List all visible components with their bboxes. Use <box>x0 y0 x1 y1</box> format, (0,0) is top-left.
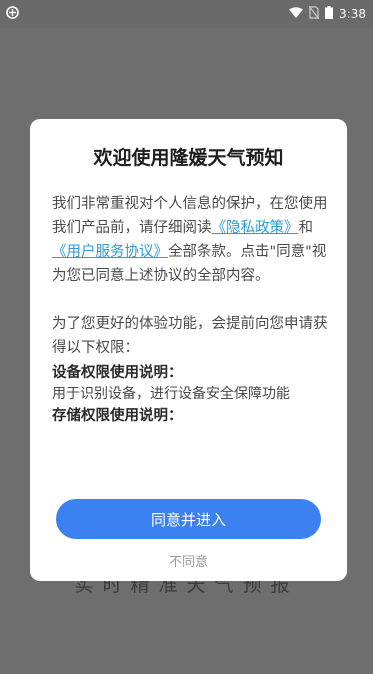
dialog-title: 欢迎使用隆媛天气预知 <box>93 147 284 169</box>
intro-paragraph: 我们非常重视对个人信息的保护，在您使用我们产品前，请仔细阅读《隐私政策》和《用户… <box>52 192 329 288</box>
no-sim-icon <box>308 5 320 22</box>
permission-title-device: 设备权限使用说明： <box>52 365 183 381</box>
dialog-body[interactable]: 我们非常重视对个人信息的保护，在您使用我们产品前，请仔细阅读《隐私政策》和《用户… <box>52 192 329 464</box>
permission-title-storage: 存储权限使用说明： <box>52 408 183 424</box>
and-text: 和 <box>298 220 314 236</box>
status-bar: 3:38 <box>0 0 373 28</box>
privacy-dialog: 欢迎使用隆媛天气预知 我们非常重视对个人信息的保护，在您使用我们产品前，请仔细阅… <box>30 119 347 581</box>
wifi-icon <box>289 7 304 21</box>
permission-desc-device: 用于识别设备，进行设备安全保障功能 <box>52 386 290 402</box>
privacy-policy-link[interactable]: 《隐私政策》 <box>212 220 299 236</box>
agree-button[interactable]: 同意并进入 <box>56 499 321 539</box>
disagree-button[interactable]: 不同意 <box>30 551 347 570</box>
permission-intro: 为了您更好的体验功能，会提前向您申请获得以下权限： <box>52 316 328 356</box>
status-time: 3:38 <box>339 7 366 21</box>
app-notification-icon <box>6 6 19 22</box>
battery-icon <box>325 6 334 22</box>
user-agreement-link[interactable]: 《用户服务协议》 <box>52 244 168 260</box>
